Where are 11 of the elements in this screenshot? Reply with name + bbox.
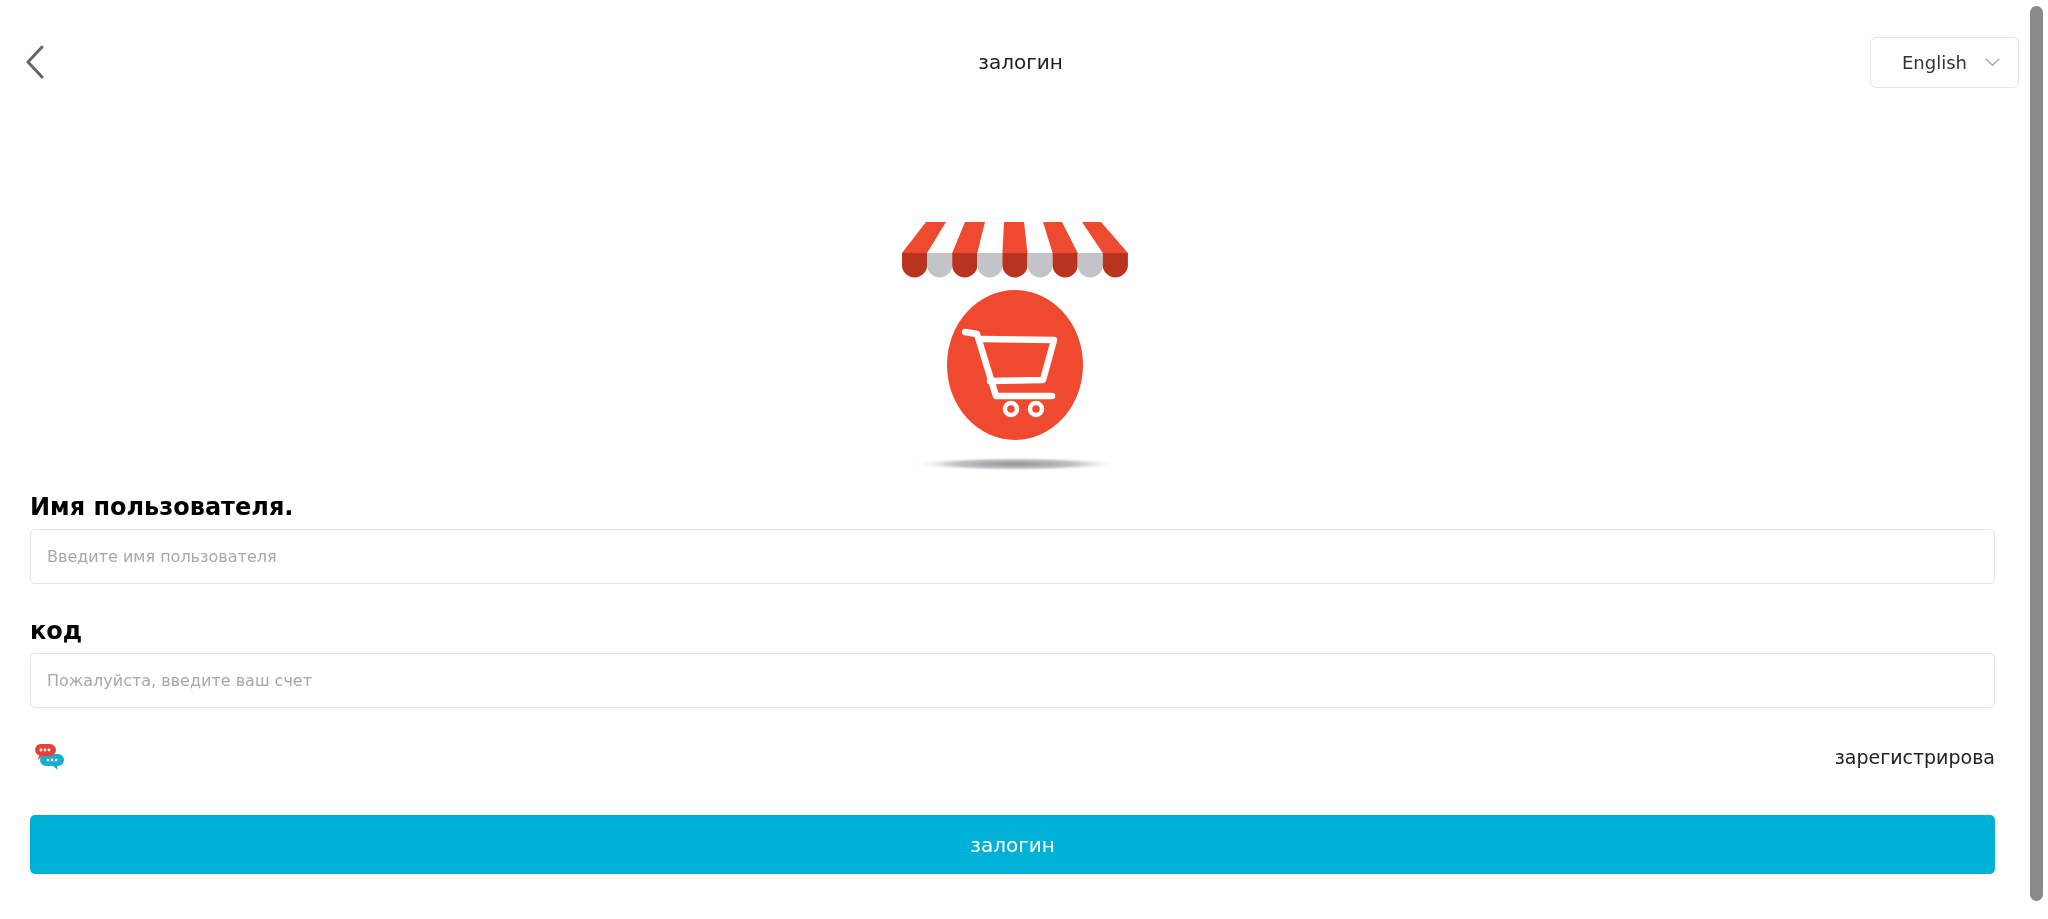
- language-select[interactable]: English: [1870, 36, 2019, 88]
- chevron-down-icon: [1985, 58, 2000, 66]
- scrollbar-thumb[interactable]: [2030, 6, 2043, 901]
- chat-bubbles-icon[interactable]: [34, 743, 64, 771]
- chevron-left-icon: [26, 45, 44, 79]
- register-link[interactable]: зарегистрирова: [1834, 746, 1995, 768]
- field-label: код: [30, 616, 83, 646]
- text-input-field[interactable]: Введите имя пользователя: [30, 529, 1995, 584]
- field-label: Имя пользователя.: [30, 492, 294, 522]
- text-input-field[interactable]: Пожалуйста, введите ваш счет: [30, 653, 1995, 708]
- page-title: залогин: [978, 50, 1063, 74]
